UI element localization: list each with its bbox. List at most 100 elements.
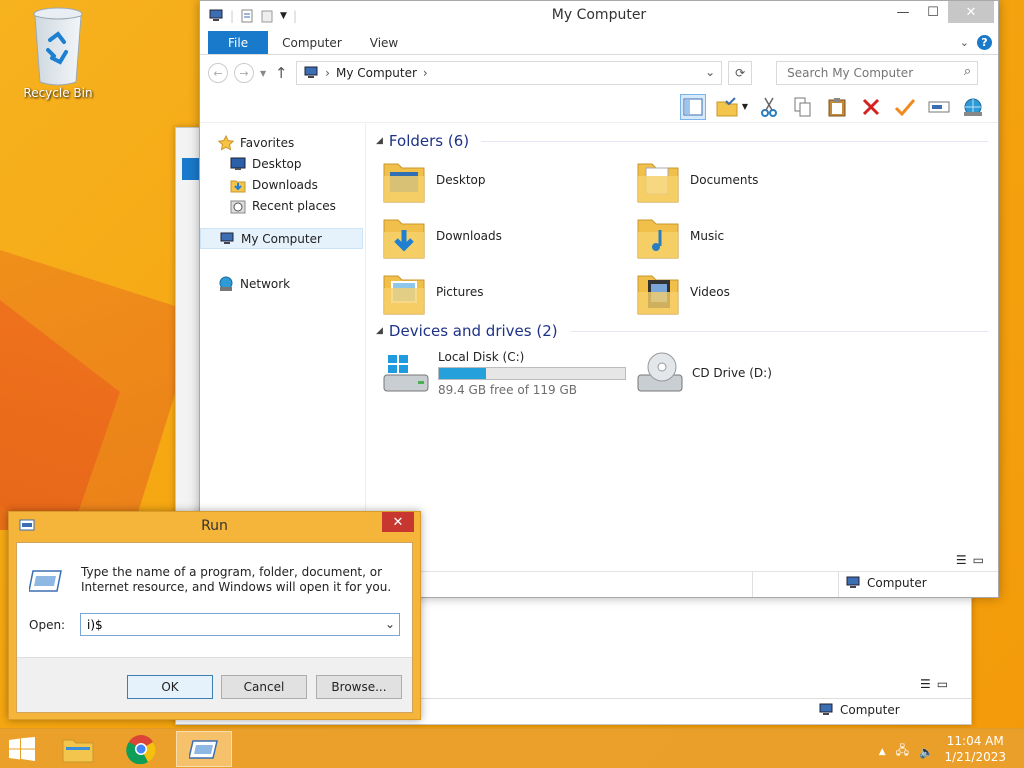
refresh-button[interactable]: ⟳ <box>728 61 753 85</box>
navigation-pane-button[interactable] <box>679 93 706 120</box>
folder-documents[interactable]: Documents <box>636 154 890 206</box>
show-hidden-icons-icon[interactable]: ▲ <box>879 747 886 757</box>
cut-button[interactable] <box>756 94 782 120</box>
search-box[interactable]: ⌕ <box>776 61 979 85</box>
drive-c-usage-fill <box>439 367 486 379</box>
tab-view[interactable]: View <box>356 31 412 54</box>
folders-group-header[interactable]: ◢ Folders (6) <box>376 128 988 154</box>
qat-separator: | <box>230 9 235 23</box>
title-bar[interactable]: | ▼ | My Computer — ☐ ✕ <box>200 1 998 31</box>
folder-videos[interactable]: Videos <box>636 266 890 318</box>
breadcrumb-my-computer[interactable]: My Computer <box>336 66 417 80</box>
folder-documents-icon <box>637 163 679 203</box>
copy-button[interactable] <box>790 94 816 120</box>
folder-desktop[interactable]: Desktop <box>382 154 636 206</box>
help-icon[interactable]: ? <box>977 35 992 50</box>
nav-my-computer[interactable]: My Computer <box>200 228 363 249</box>
window-title: My Computer <box>551 7 647 23</box>
copy-icon <box>794 97 811 116</box>
large-icons-view-icon[interactable]: ▭ <box>937 677 948 691</box>
folder-options-dropdown-icon[interactable]: ▼ <box>742 102 748 111</box>
address-bar[interactable]: › My Computer › ⌄ <box>296 61 723 85</box>
nav-recent-places[interactable]: Recent places <box>200 195 365 216</box>
breadcrumb-chevron-icon[interactable]: › <box>325 66 330 80</box>
delete-button[interactable] <box>858 94 884 120</box>
search-icon: ⌕ <box>963 64 972 79</box>
forward-button[interactable]: → <box>234 63 254 83</box>
nav-desktop[interactable]: Desktop <box>200 153 365 174</box>
tab-computer[interactable]: Computer <box>268 31 356 54</box>
breadcrumb-chevron-icon[interactable]: › <box>423 66 428 80</box>
open-dropdown-icon[interactable]: ⌄ <box>385 617 395 631</box>
properties-icon[interactable] <box>240 9 254 23</box>
expand-ribbon-icon[interactable]: ⌄ <box>960 36 969 49</box>
run-description: Type the name of a program, folder, docu… <box>81 565 392 594</box>
status-computer: Computer <box>867 576 927 590</box>
volume-icon[interactable]: 🔈 <box>919 745 934 759</box>
maximize-button[interactable]: ☐ <box>918 1 948 23</box>
collapse-triangle-icon[interactable]: ◢ <box>376 136 383 146</box>
checkmark-icon <box>895 98 915 116</box>
taskbar-run[interactable] <box>176 731 232 767</box>
devices-header-label: Devices and drives (2) <box>388 322 558 340</box>
clock[interactable]: 11:04 AM 1/21/2023 <box>944 733 1006 765</box>
folder-music[interactable]: Music <box>636 210 890 262</box>
network-drive-button[interactable] <box>960 94 986 120</box>
drive-d-name: CD Drive (D:) <box>692 366 772 380</box>
paste-button[interactable] <box>824 94 850 120</box>
drive-d[interactable]: CD Drive (D:) <box>636 344 890 402</box>
minimize-button[interactable]: — <box>888 1 918 23</box>
recycle-bin-label: Recycle Bin <box>23 86 93 100</box>
folder-desktop-icon <box>383 163 425 203</box>
open-input[interactable] <box>85 616 375 633</box>
downloads-icon <box>230 180 246 192</box>
tab-file[interactable]: File <box>208 31 269 54</box>
rename-button[interactable] <box>926 94 952 120</box>
ok-button[interactable]: OK <box>127 675 213 699</box>
recycle-bin[interactable]: Recycle Bin <box>18 4 98 100</box>
nav-favorites[interactable]: Favorites <box>200 132 365 153</box>
address-dropdown-icon[interactable]: ⌄ <box>705 65 715 79</box>
nav-downloads[interactable]: Downloads <box>200 174 365 195</box>
quick-access-toolbar: | ▼ | <box>200 9 297 23</box>
details-view-icon[interactable]: ☰ <box>956 553 967 567</box>
folder-options-button[interactable] <box>714 94 740 120</box>
collapse-triangle-icon[interactable]: ◢ <box>376 326 383 336</box>
run-close-button[interactable]: ✕ <box>382 512 414 532</box>
start-button[interactable] <box>8 737 36 764</box>
network-status-icon[interactable]: 🖧 <box>896 741 909 762</box>
folder-downloads[interactable]: Downloads <box>382 210 636 262</box>
search-input[interactable] <box>785 65 946 81</box>
browse-button[interactable]: Browse... <box>316 675 402 699</box>
drive-c[interactable]: Local Disk (C:) 89.4 GB free of 119 GB <box>382 344 636 402</box>
folder-pictures[interactable]: Pictures <box>382 266 636 318</box>
taskbar-file-explorer[interactable] <box>50 731 106 767</box>
background-status-computer: Computer <box>840 703 900 717</box>
taskbar-chrome[interactable] <box>113 731 169 767</box>
windows-logo-icon <box>9 737 35 761</box>
drive-c-name: Local Disk (C:) <box>438 349 525 364</box>
folder-videos-label: Videos <box>690 285 730 299</box>
recent-locations-dropdown[interactable]: ▼ <box>260 69 266 78</box>
devices-group-header[interactable]: ◢ Devices and drives (2) <box>376 318 988 344</box>
run-dialog[interactable]: Run ✕ Type the name of a program, folder… <box>8 511 421 720</box>
background-view-switcher: ☰ ▭ <box>920 677 948 691</box>
properties-button[interactable] <box>892 94 918 120</box>
nav-recent-places-label: Recent places <box>252 198 336 213</box>
command-toolbar: ▼ <box>200 91 998 123</box>
folder-documents-label: Documents <box>690 173 759 187</box>
back-button[interactable]: ← <box>208 63 228 83</box>
nav-network[interactable]: Network <box>200 273 365 294</box>
folder-pictures-label: Pictures <box>436 285 484 299</box>
new-folder-icon[interactable] <box>260 9 274 23</box>
cancel-button[interactable]: Cancel <box>221 675 307 699</box>
large-icons-view-icon[interactable]: ▭ <box>973 553 984 567</box>
up-button[interactable]: ↑ <box>272 64 290 82</box>
open-combobox[interactable]: ⌄ <box>80 613 400 636</box>
close-button[interactable]: ✕ <box>948 1 994 23</box>
details-view-icon[interactable]: ☰ <box>920 677 931 691</box>
run-title-bar[interactable]: Run ✕ <box>9 512 420 540</box>
explorer-window[interactable]: | ▼ | My Computer — ☐ ✕ File Computer Vi… <box>199 0 999 598</box>
folder-downloads-icon <box>383 219 425 259</box>
qat-dropdown-icon[interactable]: ▼ <box>280 11 287 21</box>
